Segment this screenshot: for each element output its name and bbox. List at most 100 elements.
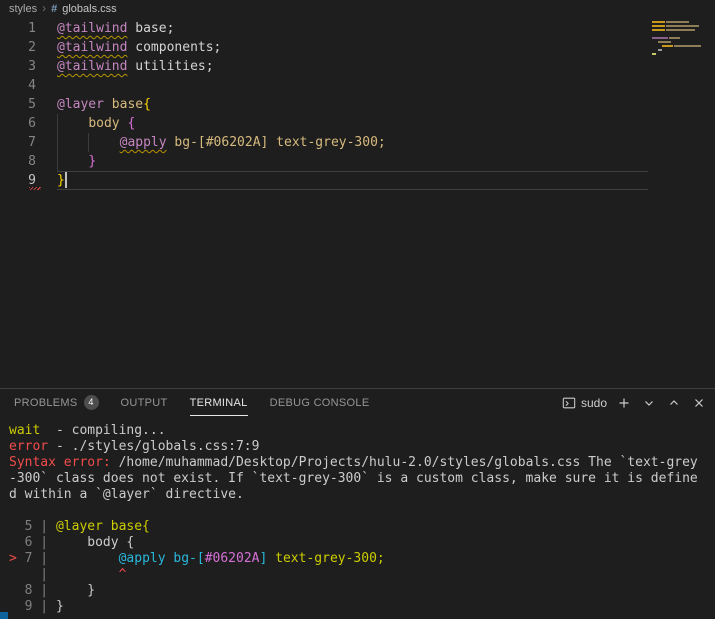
- text-cursor: [64, 171, 67, 188]
- tab-problems[interactable]: PROBLEMS 4: [14, 389, 99, 416]
- line-number: 2: [28, 40, 36, 55]
- code-token: 5 |: [9, 519, 56, 534]
- line-text: }: [57, 152, 648, 171]
- breadcrumb-separator-icon: ›: [42, 1, 47, 15]
- bottom-panel: PROBLEMS 4 OUTPUT TERMINAL DEBUG CONSOLE sud…: [0, 388, 715, 619]
- chevron-down-icon[interactable]: [641, 395, 657, 411]
- code-token: }: [88, 154, 97, 169]
- editor-line-2[interactable]: 2 @tailwind components;: [0, 38, 648, 57]
- code-token: >: [9, 551, 25, 566]
- panel-header: PROBLEMS 4 OUTPUT TERMINAL DEBUG CONSOLE sud…: [0, 389, 715, 416]
- editor-line-5[interactable]: 5 @layer base{: [0, 95, 648, 114]
- line-number: 8: [28, 154, 36, 169]
- terminal-icon: [562, 397, 576, 408]
- terminal-line: -300` class does not exist. If `text-gre…: [9, 471, 715, 487]
- editor-line-6[interactable]: 6 body {: [0, 114, 648, 133]
- code-token: wait: [9, 423, 41, 438]
- editor-line-8[interactable]: 8 }: [0, 152, 648, 171]
- status-bar-corner: [0, 612, 8, 619]
- code-token: - ./styles/globals.css:7:9: [48, 439, 260, 454]
- code-token: components;: [127, 40, 222, 55]
- code-token: @tailwind: [57, 59, 128, 74]
- terminal-profile[interactable]: sudo: [562, 396, 607, 410]
- tab-output[interactable]: OUTPUT: [121, 389, 168, 416]
- tab-terminal[interactable]: TERMINAL: [190, 389, 248, 416]
- code-token: - compiling...: [40, 423, 166, 438]
- code-token: body: [88, 116, 120, 131]
- code-token: Syntax error:: [9, 455, 111, 470]
- line-text: @apply bg-[#06202A] text-grey-300;: [57, 133, 648, 152]
- terminal-line: error - ./styles/globals.css:7:9: [9, 439, 715, 455]
- minimap-line: [652, 29, 713, 31]
- error-squiggle: [29, 187, 41, 190]
- line-number: 1: [28, 21, 36, 36]
- line-number: 3: [28, 59, 36, 74]
- line-text: @tailwind components;: [57, 38, 648, 57]
- code-token: 7 |: [24, 551, 56, 566]
- code-token: @tailwind: [57, 40, 128, 55]
- terminal-line: wait - compiling...: [9, 423, 715, 439]
- code-token: ^: [118, 567, 127, 582]
- minimap-line: [652, 49, 713, 51]
- breadcrumb-file[interactable]: globals.css: [62, 3, 116, 15]
- code-token: }: [55, 599, 64, 614]
- breadcrumb-folder[interactable]: styles: [9, 3, 37, 15]
- minimap-line: [652, 53, 713, 55]
- code-token: 8 |: [9, 583, 56, 598]
- code-token: base: [111, 97, 144, 112]
- code-token: {: [143, 97, 151, 112]
- editor-line-3[interactable]: 3 @tailwind utilities;: [0, 57, 648, 76]
- panel-tabs: PROBLEMS 4 OUTPUT TERMINAL DEBUG CONSOLE: [14, 389, 369, 416]
- editor[interactable]: 1 @tailwind base; 2 @tailwind components; 3 @…: [0, 17, 715, 388]
- line-number: 4: [28, 78, 36, 93]
- indent-guide: [88, 133, 89, 152]
- minimap-line: [652, 37, 713, 39]
- code-token: 6 |: [9, 535, 56, 550]
- editor-lines: 1 @tailwind base; 2 @tailwind components; 3 @…: [0, 17, 648, 190]
- line-number: 7: [28, 135, 36, 150]
- editor-line-7[interactable]: 7 @apply bg-[#06202A] text-grey-300;: [0, 133, 648, 152]
- tab-debug-console[interactable]: DEBUG CONSOLE: [270, 389, 370, 416]
- breadcrumb[interactable]: styles › # globals.css: [0, 0, 715, 17]
- code-token: d within a `@layer` directive.: [9, 487, 244, 502]
- code-token: @layer: [57, 97, 104, 112]
- tab-label: OUTPUT: [120, 396, 168, 409]
- chevron-up-icon[interactable]: [666, 395, 682, 411]
- code-token: base;: [127, 21, 175, 36]
- terminal-line: 8 | }: [9, 583, 715, 599]
- code-token: @layer base{: [55, 519, 150, 534]
- close-icon[interactable]: [691, 395, 707, 411]
- css-file-icon: #: [51, 2, 58, 15]
- editor-line-9[interactable]: 9}: [0, 171, 648, 190]
- code-token: text-grey-300;: [275, 551, 385, 566]
- code-token: bg-[: [173, 551, 205, 566]
- editor-line-4[interactable]: 4: [0, 76, 648, 95]
- line-number: 5: [28, 97, 36, 112]
- code-token: bg-[#06202A] text-grey-300;: [174, 135, 386, 150]
- tab-label: PROBLEMS: [14, 396, 78, 409]
- minimap-line: [652, 41, 713, 43]
- terminal-output[interactable]: wait - compiling... error - ./styles/glob…: [0, 416, 715, 619]
- code-token: body {: [55, 535, 135, 550]
- minimap-line: [652, 33, 713, 35]
- editor-line-1[interactable]: 1 @tailwind base;: [0, 19, 648, 38]
- panel-actions: sudo: [562, 395, 707, 411]
- terminal-line: d within a `@layer` directive.: [9, 487, 715, 503]
- code-token: {: [127, 116, 136, 131]
- code-token: |: [9, 567, 56, 582]
- line-text: [57, 76, 648, 95]
- problems-count-badge: 4: [83, 395, 99, 410]
- terminal-line: Syntax error: /home/muhammad/Desktop/Pro…: [9, 455, 715, 471]
- line-text: body {: [57, 114, 648, 133]
- minimap-line: [652, 25, 713, 27]
- code-token: /home/muhammad/Desktop/Projects/hulu-2.0…: [110, 455, 698, 470]
- minimap[interactable]: [648, 19, 715, 388]
- new-terminal-icon[interactable]: [616, 395, 632, 411]
- code-token: #06202A: [204, 551, 260, 566]
- vscode-window: styles › # globals.css 1 @tailwind base; 2…: [0, 0, 715, 619]
